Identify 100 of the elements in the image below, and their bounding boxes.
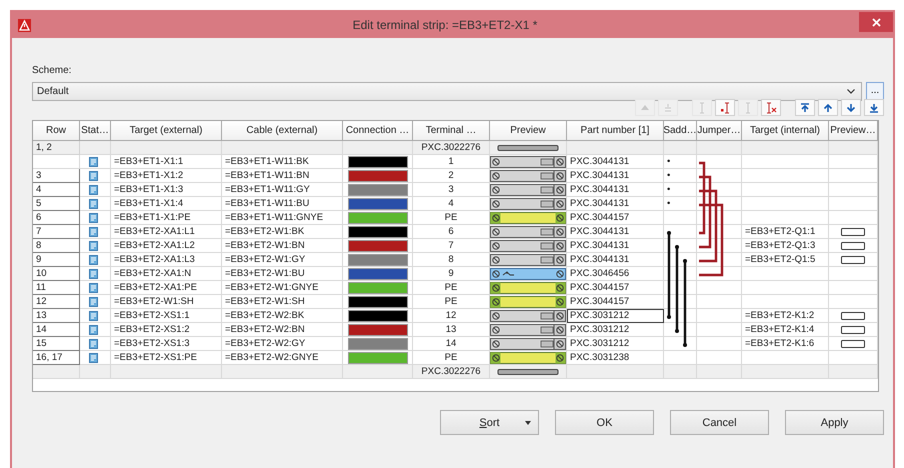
row-header: 12 xyxy=(36,296,47,307)
table-cell: PXC.3031212 xyxy=(570,324,630,335)
column-header[interactable]: Preview xyxy=(490,121,567,141)
column-header[interactable]: Terminal … xyxy=(413,121,490,141)
table-cell: =EB3+ET2-W1:BU xyxy=(225,268,305,279)
table-cell: PXC.3044131 xyxy=(570,226,630,237)
arrow-down-icon xyxy=(845,102,857,114)
empty-cell xyxy=(829,183,878,197)
table-cell: =EB3+ET2-W1:GY xyxy=(225,254,306,265)
toolbar-button[interactable] xyxy=(841,99,861,116)
table-cell: =EB3+ET1-W11:BN xyxy=(225,170,310,181)
caret-icon xyxy=(525,421,531,425)
table-cell: 12 xyxy=(446,310,456,321)
arrow-bottom-icon xyxy=(868,102,880,114)
toolbar-button[interactable] xyxy=(864,99,884,116)
saddle-dot: • xyxy=(667,156,670,167)
table-cell: =EB3+ET1-X1:1 xyxy=(114,156,184,167)
lines-icon xyxy=(662,102,674,114)
toolbar-button[interactable] xyxy=(795,99,815,116)
empty-cell xyxy=(829,197,878,211)
table-cell: 2 xyxy=(448,170,454,181)
table-cell: =EB3+ET2-XA1:PE xyxy=(114,282,197,293)
table-cell: =EB3+ET1-X1:2 xyxy=(114,170,184,181)
table-cell: 8 xyxy=(448,254,454,265)
ibeam-cross-icon xyxy=(765,102,777,114)
row-header: 8 xyxy=(36,240,42,251)
column-header[interactable]: Target (internal) xyxy=(742,121,829,141)
column-header[interactable]: Row xyxy=(33,121,80,141)
table-cell: 3 xyxy=(448,184,454,195)
column-header[interactable]: Cable (external) xyxy=(222,121,343,141)
scheme-dropdown[interactable]: Default xyxy=(32,82,862,101)
table-cell: =EB3+ET2-XA1:L2 xyxy=(114,240,195,251)
empty-cell xyxy=(829,169,878,183)
table-cell: PXC.3046456 xyxy=(570,268,630,279)
table-cell: =EB3+ET1-X1:4 xyxy=(114,198,184,209)
dialog-button[interactable]: Apply xyxy=(785,410,884,435)
row-header: 16, 17 xyxy=(36,352,62,363)
column-header[interactable]: Sadd… xyxy=(664,121,697,141)
empty-cell xyxy=(697,211,742,225)
column-header[interactable]: Jumper… xyxy=(697,121,742,141)
column-header[interactable]: Part number [1] xyxy=(567,121,664,141)
table-cell: PXC.3031212 xyxy=(570,338,630,349)
table-cell: =EB3+ET2-XA1:L1 xyxy=(114,226,195,237)
table-cell: PXC.3044131 xyxy=(570,156,630,167)
table-cell: =EB3+ET2-K1:4 xyxy=(745,324,814,335)
table-cell: =EB3+ET1-W11:GY xyxy=(225,184,310,195)
window-title: Edit terminal strip: =EB3+ET2-X1 * xyxy=(352,18,538,32)
row-header: 9 xyxy=(36,254,42,265)
table-cell: 4 xyxy=(448,198,454,209)
column-header[interactable]: Target (external) xyxy=(111,121,222,141)
table-cell: =EB3+ET2-W2:BN xyxy=(225,324,305,335)
arrow-up-icon xyxy=(822,102,834,114)
table-cell: PXC.3044131 xyxy=(570,254,630,265)
table-cell: PXC.3044131 xyxy=(570,184,630,195)
table-cell: =EB3+ET2-XA1:N xyxy=(114,268,192,279)
close-icon xyxy=(872,18,880,26)
table-cell: =EB3+ET2-W1:SH xyxy=(225,296,305,307)
dialog-button[interactable]: Sort xyxy=(440,410,539,435)
table-cell: =EB3+ET2-W1:BK xyxy=(225,226,304,237)
table-cell: =EB3+ET2-W1:BN xyxy=(225,240,305,251)
toolbar-button[interactable] xyxy=(761,99,781,116)
row-header: 11 xyxy=(36,282,46,293)
toolbar-button[interactable] xyxy=(715,99,735,116)
table-cell: PXC.3044131 xyxy=(570,240,630,251)
table-cell: 7 xyxy=(448,240,454,251)
saddle-dot: • xyxy=(667,198,670,209)
table-cell: =EB3+ET2-W1:GNYE xyxy=(225,282,318,293)
empty-cell xyxy=(697,295,742,309)
close-button[interactable] xyxy=(859,12,893,32)
empty-cell xyxy=(697,281,742,295)
dialog-button[interactable]: Cancel xyxy=(670,410,769,435)
column-header[interactable]: Stat… xyxy=(80,121,111,141)
table-cell: PE xyxy=(444,352,458,363)
column-header[interactable]: Preview… xyxy=(829,121,878,141)
table-cell: =EB3+ET2-K1:6 xyxy=(745,338,814,349)
table-cell: PXC.3031238 xyxy=(570,352,630,363)
table-cell: =EB3+ET2-W2:GY xyxy=(225,338,306,349)
table-cell: PXC.3044157 xyxy=(570,212,630,223)
scheme-label: Scheme: xyxy=(32,65,72,77)
table-cell: PXC.3044157 xyxy=(570,296,630,307)
table-cell: =EB3+ET1-X1:3 xyxy=(114,184,184,195)
app-icon xyxy=(18,18,31,32)
table-cell: 13 xyxy=(446,324,456,335)
table-cell: =EB3+ET2-W2:GNYE xyxy=(225,352,318,363)
table-cell: =EB3+ET2-Q1:5 xyxy=(745,254,816,265)
table-cell: PE xyxy=(444,282,458,293)
table-cell: =EB3+ET2-Q1:3 xyxy=(745,240,816,251)
row-header: 14 xyxy=(36,324,47,335)
empty-cell xyxy=(697,267,742,281)
toolbar-button[interactable] xyxy=(818,99,838,116)
table-cell: =EB3+ET2-Q1:1 xyxy=(745,226,816,237)
dialog-button[interactable]: OK xyxy=(555,410,654,435)
ibeam-dot-icon xyxy=(719,102,731,114)
row-header: 1, 2 xyxy=(36,142,52,153)
row-header: 15 xyxy=(36,338,47,349)
saddle-dot: • xyxy=(667,184,670,195)
table-cell: =EB3+ET2-K1:2 xyxy=(745,310,814,321)
column-header[interactable]: Connection … xyxy=(343,121,413,141)
row-header: 3 xyxy=(36,170,42,181)
table-cell: =EB3+ET1-X1:PE xyxy=(114,212,191,223)
